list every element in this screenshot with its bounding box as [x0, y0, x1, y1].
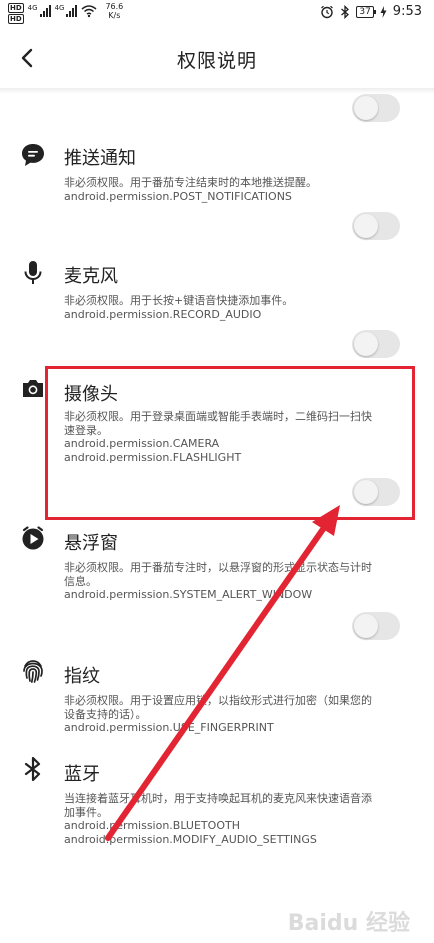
toggle-knob: [354, 614, 378, 638]
permission-code: android.permission.SYSTEM_ALERT_WINDOW: [64, 588, 313, 601]
permission-code: android.permission.BLUETOOTH: [64, 819, 240, 832]
speed-value: 76.6: [105, 2, 124, 11]
description-line: 设备支持的话）。: [64, 707, 147, 721]
timer-play-icon: [22, 526, 44, 550]
permission-title: 麦克风: [64, 266, 118, 287]
permission-code: android.permission.POST_NOTIFICATIONS: [64, 189, 292, 203]
chat-bubble-icon: [22, 144, 44, 166]
description-line: 当连接着蓝牙耳机时，用于支持唤起耳机的麦克风来快速语音添: [64, 792, 372, 805]
wifi-icon: [81, 5, 97, 18]
permission-description: 非必须权限。用于设置应用锁，以指纹形式进行加密（如果您的 设备支持的话）。 an…: [64, 694, 414, 735]
permission-title: 指纹: [64, 666, 100, 687]
permission-code: android.permission.MODIFY_AUDIO_SETTINGS: [64, 832, 317, 846]
battery-indicator: 37: [356, 5, 377, 18]
charging-icon: [380, 5, 387, 18]
app-header: 权限说明: [0, 26, 434, 90]
permission-description: 非必须权限。用于番茄专注结束时的本地推送提醒。 android.permissi…: [64, 176, 414, 203]
alarm-icon: [321, 5, 334, 18]
permission-title: 推送通知: [64, 148, 136, 169]
toggle-switch-notifications[interactable]: [352, 212, 400, 240]
network-speed: 76.6 K/s: [105, 2, 123, 20]
annotation-highlight-box: [45, 366, 415, 520]
description-line: 非必须权限。用于设置应用锁，以指纹形式进行加密（如果您的: [64, 694, 372, 707]
clock-time: 9:53: [392, 4, 422, 19]
status-left: HD HD 4G 4G 76.6 K/s: [8, 2, 123, 24]
permission-description: 非必须权限。用于长按+键语音快捷添加事件。 android.permission…: [64, 294, 414, 321]
hd-badge-2: HD: [8, 14, 24, 24]
toggle-knob: [354, 96, 378, 120]
network-type-1: 4G: [27, 4, 38, 12]
toggle-knob: [354, 332, 378, 356]
hd-badge-1: HD: [8, 3, 24, 13]
permission-code: android.permission.RECORD_AUDIO: [64, 307, 262, 321]
bluetooth-status-icon: [341, 4, 350, 19]
permission-title: 蓝牙: [64, 764, 100, 785]
signal-icon: [39, 5, 51, 17]
watermark: Baidu 经验: [287, 911, 410, 936]
permission-description: 当连接着蓝牙耳机时，用于支持唤起耳机的麦克风来快速语音添 加事件。 androi…: [64, 792, 414, 846]
microphone-icon: [24, 261, 42, 284]
bluetooth-icon: [24, 756, 41, 782]
toggle-knob: [354, 214, 378, 238]
page-title: 权限说明: [176, 50, 257, 72]
signal-icon-2: [66, 5, 78, 17]
network-type-2: 4G: [54, 4, 65, 12]
toggle-switch-floating-window[interactable]: [352, 612, 400, 640]
camera-icon: [23, 380, 43, 397]
description-line: 非必须权限。用于长按+键语音快捷添加事件。: [64, 294, 294, 307]
permission-code: android.permission.USE_FINGERPRINT: [64, 721, 274, 734]
description-line: 加事件。: [64, 805, 108, 819]
description-line: 信息。: [64, 574, 97, 588]
description-line: 非必须权限。用于番茄专注时，以悬浮窗的形式显示状态与计时: [64, 561, 372, 574]
speed-unit: K/s: [108, 11, 121, 20]
status-right: 37 9:53: [320, 4, 422, 19]
description-line: 非必须权限。用于番茄专注结束时的本地推送提醒。: [64, 176, 317, 189]
status-bar: HD HD 4G 4G 76.6 K/s 37 9:53: [0, 0, 434, 26]
toggle-switch-microphone[interactable]: [352, 330, 400, 358]
permission-title: 悬浮窗: [64, 533, 118, 554]
fingerprint-icon: [23, 660, 43, 683]
toggle-switch-top[interactable]: [352, 94, 400, 122]
permission-description: 非必须权限。用于番茄专注时，以悬浮窗的形式显示状态与计时 信息。 android…: [64, 561, 414, 602]
